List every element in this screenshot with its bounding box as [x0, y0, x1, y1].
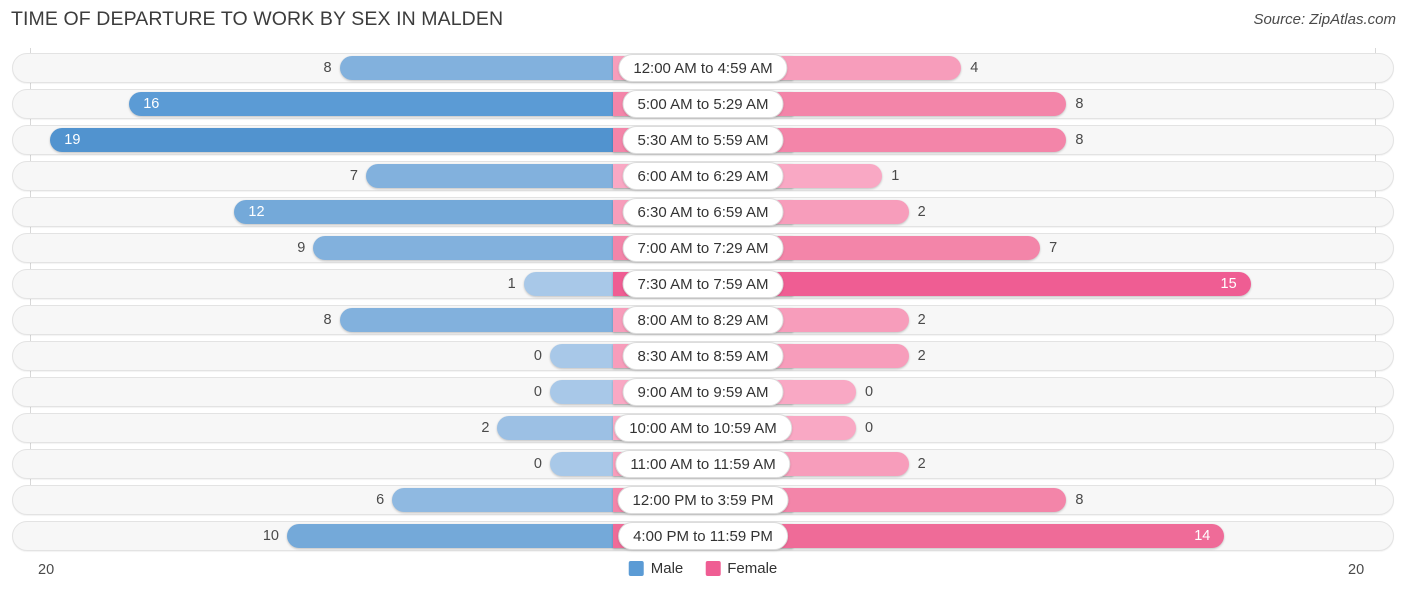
legend-label: Male [650, 560, 684, 577]
legend-label: Female [727, 560, 778, 577]
chart-row: 8 4 12:00 AM to 4:59 AM [12, 53, 1394, 83]
bar-value-female: 2 [917, 456, 926, 472]
chart-row: 7 1 6:00 AM to 6:29 AM [12, 161, 1394, 191]
bar-value-female: 8 [1075, 96, 1084, 112]
chart-row: 12 2 6:30 AM to 6:59 AM [12, 197, 1394, 227]
category-label: 9:00 AM to 9:59 AM [622, 378, 784, 406]
category-label: 5:30 AM to 5:59 AM [622, 126, 784, 154]
chart-row: 0 0 9:00 AM to 9:59 AM [12, 377, 1394, 407]
bar-value-female: 2 [917, 348, 926, 364]
source-attribution: Source: ZipAtlas.com [1253, 11, 1396, 28]
bar-value-female: 8 [1075, 492, 1084, 508]
bar-value-male: 19 [64, 132, 81, 148]
chart-row: 10 14 4:00 PM to 11:59 PM [12, 521, 1394, 551]
axis-label-left: 20 [38, 562, 55, 578]
chart-row: 0 2 11:00 AM to 11:59 AM [12, 449, 1394, 479]
legend-item-male[interactable]: Male [628, 560, 684, 577]
category-label: 6:00 AM to 6:29 AM [622, 162, 784, 190]
bar-value-female: 7 [1049, 240, 1058, 256]
chart-row: 16 8 5:00 AM to 5:29 AM [12, 89, 1394, 119]
legend-swatch-icon [628, 561, 644, 576]
bar-value-male: 8 [323, 312, 332, 328]
bar-value-male: 9 [297, 240, 306, 256]
category-label: 12:00 PM to 3:59 PM [617, 486, 789, 514]
chart-row: 0 2 8:30 AM to 8:59 AM [12, 341, 1394, 371]
category-label: 7:30 AM to 7:59 AM [622, 270, 784, 298]
category-label: 5:00 AM to 5:29 AM [622, 90, 784, 118]
chart-row: 6 8 12:00 PM to 3:59 PM [12, 485, 1394, 515]
category-label: 7:00 AM to 7:29 AM [622, 234, 784, 262]
category-label: 11:00 AM to 11:59 AM [615, 450, 791, 478]
page-title: TIME OF DEPARTURE TO WORK BY SEX IN MALD… [11, 8, 504, 30]
category-label: 6:30 AM to 6:59 AM [622, 198, 784, 226]
category-label: 10:00 AM to 10:59 AM [614, 414, 792, 442]
chart-plot-area: 8 4 12:00 AM to 4:59 AM 16 8 5:00 AM to 5:29 … [0, 48, 1406, 556]
bar-value-female: 0 [865, 384, 874, 400]
category-label: 8:00 AM to 8:29 AM [622, 306, 784, 334]
bar-value-female: 4 [970, 60, 979, 76]
chart-row: 2 0 10:00 AM to 10:59 AM [12, 413, 1394, 443]
bar-value-male: 2 [481, 420, 490, 436]
chart-root: TIME OF DEPARTURE TO WORK BY SEX IN MALD… [0, 0, 1406, 594]
chart-row: 9 7 7:00 AM to 7:29 AM [12, 233, 1394, 263]
bar-value-female: 15 [1220, 276, 1237, 292]
axis-label-right: 20 [1348, 562, 1365, 578]
bar-value-male: 0 [533, 384, 542, 400]
bar-value-male: 0 [533, 348, 542, 364]
legend-item-female[interactable]: Female [705, 560, 777, 577]
bar-value-male: 8 [323, 60, 332, 76]
chart-row: 8 2 8:00 AM to 8:29 AM [12, 305, 1394, 335]
legend-swatch-icon [705, 561, 721, 576]
category-label: 12:00 AM to 4:59 AM [618, 54, 788, 82]
bar-value-male: 16 [143, 96, 160, 112]
bar-value-female: 14 [1194, 528, 1211, 544]
bar-value-male: 12 [248, 204, 265, 220]
bar-value-male: 10 [262, 528, 279, 544]
bar-value-male: 0 [533, 456, 542, 472]
bar-value-female: 8 [1075, 132, 1084, 148]
chart-row: 1 15 7:30 AM to 7:59 AM [12, 269, 1394, 299]
bar-value-female: 1 [891, 168, 900, 184]
bar-value-male: 6 [376, 492, 385, 508]
bar-value-male: 1 [507, 276, 516, 292]
bar-value-male: 7 [349, 168, 358, 184]
chart-legend: Male Female [628, 560, 777, 577]
bar-value-female: 2 [917, 204, 926, 220]
category-label: 8:30 AM to 8:59 AM [622, 342, 784, 370]
category-label: 4:00 PM to 11:59 PM [618, 522, 788, 550]
chart-row: 19 8 5:30 AM to 5:59 AM [12, 125, 1394, 155]
bar-value-female: 0 [865, 420, 874, 436]
bar-value-female: 2 [917, 312, 926, 328]
